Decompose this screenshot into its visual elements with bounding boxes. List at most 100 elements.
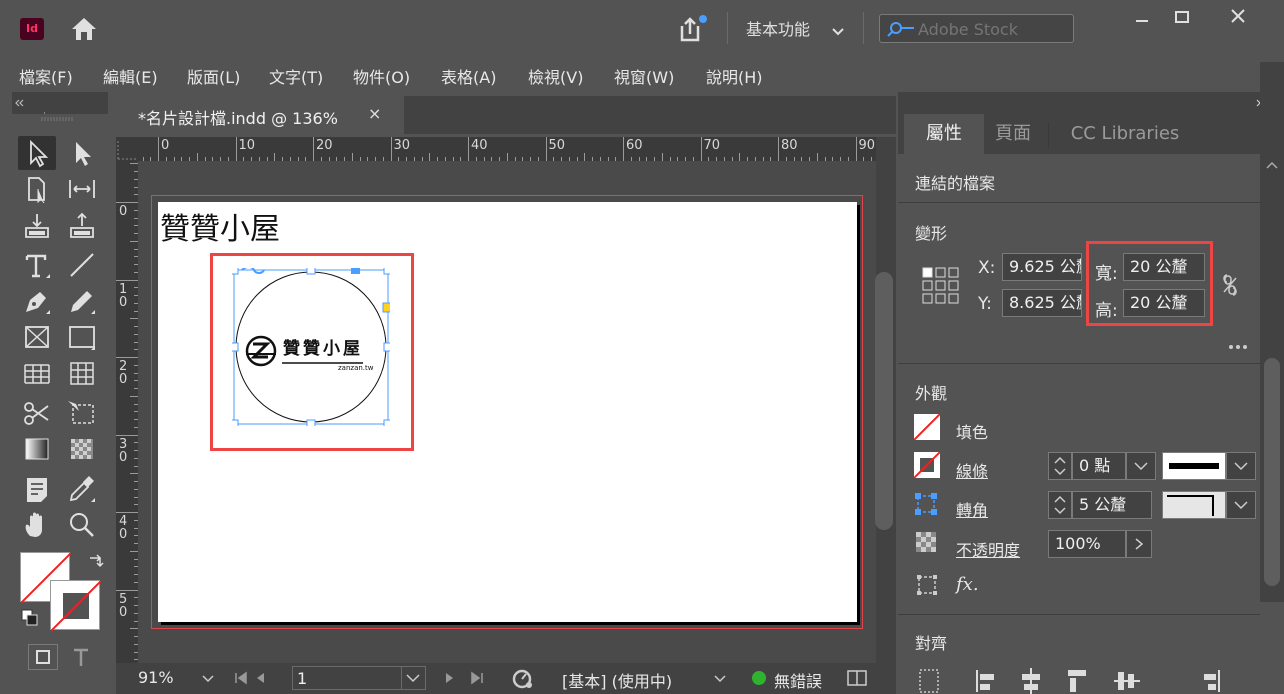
menu-table[interactable]: 表格(A) xyxy=(441,64,496,88)
width-field[interactable]: 20 公釐 xyxy=(1123,253,1205,281)
menu-window[interactable]: 視窗(W) xyxy=(614,64,674,88)
pencil-tool[interactable] xyxy=(63,284,101,318)
gradient-feather-tool[interactable] xyxy=(63,432,101,466)
menu-object[interactable]: 物件(O) xyxy=(353,64,410,88)
stroke-type-dropdown[interactable] xyxy=(1226,452,1256,480)
selection-tool[interactable] xyxy=(18,136,56,170)
home-icon[interactable] xyxy=(70,16,98,42)
split-view-icon[interactable] xyxy=(846,669,868,687)
minimize-button[interactable] xyxy=(1122,6,1162,28)
search-icon xyxy=(886,20,916,38)
fill-color-swatch[interactable] xyxy=(913,413,941,441)
tab-cc-libraries[interactable]: CC Libraries xyxy=(1060,114,1190,154)
corner-shape-dropdown[interactable] xyxy=(1226,491,1256,519)
tab-properties[interactable]: 屬性 xyxy=(904,114,984,154)
stroke-weight-field[interactable]: 0 點 xyxy=(1072,452,1126,480)
stroke-weight-stepper[interactable] xyxy=(1048,452,1072,480)
page-heading-text[interactable]: 贊贊小屋 xyxy=(160,204,280,248)
note-tool[interactable] xyxy=(18,472,56,506)
chevron-down-icon[interactable] xyxy=(832,22,844,36)
preflight-profile[interactable]: [基本] (使用中) xyxy=(562,668,672,692)
maximize-button[interactable] xyxy=(1162,6,1202,28)
normal-mode-button[interactable] xyxy=(28,644,58,670)
page-number-field[interactable] xyxy=(292,666,402,690)
stroke-color-swatch[interactable] xyxy=(913,451,941,479)
corner-label[interactable]: 轉角 xyxy=(956,497,988,521)
stroke-weight-dropdown[interactable] xyxy=(1126,452,1156,480)
corner-size-stepper[interactable] xyxy=(1048,491,1072,519)
more-options-icon[interactable] xyxy=(1228,337,1250,349)
last-page-icon[interactable] xyxy=(442,671,484,685)
corner-shape-field[interactable] xyxy=(1162,491,1226,519)
direct-selection-tool[interactable] xyxy=(63,136,101,170)
unlink-icon[interactable] xyxy=(1220,272,1240,298)
first-page-icon[interactable] xyxy=(234,671,270,685)
logo-graphic-frame[interactable]: 贊贊小屋 zanzan.tw xyxy=(229,265,393,429)
corner-size-field[interactable]: 5 公釐 xyxy=(1072,491,1152,519)
gap-tool[interactable] xyxy=(63,172,101,206)
rectangle-tool[interactable] xyxy=(63,320,101,354)
free-transform-tool[interactable] xyxy=(63,396,101,430)
effects-button[interactable]: fx. xyxy=(956,574,979,595)
page-tool[interactable] xyxy=(18,172,56,206)
line-tool[interactable] xyxy=(63,248,101,282)
corner-options-icon[interactable] xyxy=(914,492,938,516)
ruler-tick xyxy=(700,137,702,161)
menu-edit[interactable]: 編輯(E) xyxy=(103,64,158,88)
y-position-field[interactable]: 8.625 公釐 xyxy=(1002,289,1082,317)
tab-pages[interactable]: 頁面 xyxy=(984,114,1042,154)
scissors-tool[interactable] xyxy=(18,396,56,430)
zoom-chevron-down-icon[interactable] xyxy=(202,674,214,684)
rectangle-frame-tool[interactable] xyxy=(18,320,56,354)
x-position-field[interactable]: 9.625 公釐 xyxy=(1002,253,1082,281)
panel-scrollbar-thumb[interactable] xyxy=(1264,358,1280,586)
adobe-stock-search[interactable] xyxy=(879,14,1074,43)
scroll-up-icon[interactable] xyxy=(1264,160,1280,170)
stroke-swatch[interactable] xyxy=(50,580,102,632)
menu-type[interactable]: 文字(T) xyxy=(269,64,323,88)
opacity-slider-button[interactable] xyxy=(1126,530,1152,558)
vertical-ruler[interactable]: 0 1 0 2 0 3 0 4 0 5 0 xyxy=(116,161,138,663)
menu-file[interactable]: 檔案(F) xyxy=(19,64,73,88)
ruler-origin[interactable] xyxy=(116,137,138,161)
gradient-swatch-tool[interactable] xyxy=(18,432,56,466)
menu-help[interactable]: 說明(H) xyxy=(706,64,763,88)
opacity-label[interactable]: 不透明度 xyxy=(956,537,1020,561)
swap-colors-icon[interactable] xyxy=(86,552,106,572)
close-icon[interactable]: × xyxy=(368,104,381,123)
stroke-type-field[interactable] xyxy=(1162,452,1226,480)
zoom-tool[interactable] xyxy=(63,508,101,542)
page-dropdown-button[interactable] xyxy=(402,666,426,690)
preflight-icon[interactable] xyxy=(512,669,534,689)
table-tool[interactable] xyxy=(18,356,56,390)
eyedropper-tool[interactable] xyxy=(63,472,101,506)
hand-tool[interactable] xyxy=(18,508,56,542)
pasteboard[interactable]: 贊贊小屋 贊贊小屋 zanzan.tw xyxy=(138,161,876,663)
table-columns-tool[interactable] xyxy=(63,356,101,390)
stock-search-input[interactable] xyxy=(918,20,1068,39)
scrollbar-thumb[interactable] xyxy=(875,272,893,530)
workspace-switcher[interactable]: 基本功能 xyxy=(746,16,810,40)
content-collector-tool[interactable] xyxy=(18,208,56,242)
document-tab[interactable]: *名片設計檔.indd @ 136% × xyxy=(116,96,404,134)
linked-files-heading[interactable]: 連結的檔案 xyxy=(915,170,995,194)
ruler-label: 4 0 xyxy=(119,514,128,542)
formatting-text-icon[interactable] xyxy=(66,644,96,670)
horizontal-ruler[interactable]: 0 10 20 30 40 50 60 70 80 90 xyxy=(138,137,876,161)
content-placer-tool[interactable] xyxy=(63,208,101,242)
share-icon[interactable] xyxy=(676,14,708,44)
reference-point-icon[interactable] xyxy=(922,267,960,305)
pen-tool[interactable] xyxy=(18,284,56,318)
ruler-label: 1 0 xyxy=(119,281,128,310)
type-tool[interactable] xyxy=(18,248,56,282)
profile-chevron-down-icon[interactable] xyxy=(714,674,726,684)
default-colors-icon[interactable] xyxy=(20,608,40,628)
menu-view[interactable]: 檢視(V) xyxy=(528,64,583,88)
object-frame-icon[interactable] xyxy=(916,574,938,596)
menu-layout[interactable]: 版面(L) xyxy=(187,64,240,88)
height-field[interactable]: 20 公釐 xyxy=(1123,289,1205,317)
opacity-field[interactable]: 100% xyxy=(1048,530,1126,558)
close-button[interactable] xyxy=(1218,6,1258,28)
zoom-level[interactable]: 91% xyxy=(138,668,174,687)
stroke-label[interactable]: 線條 xyxy=(956,458,988,482)
